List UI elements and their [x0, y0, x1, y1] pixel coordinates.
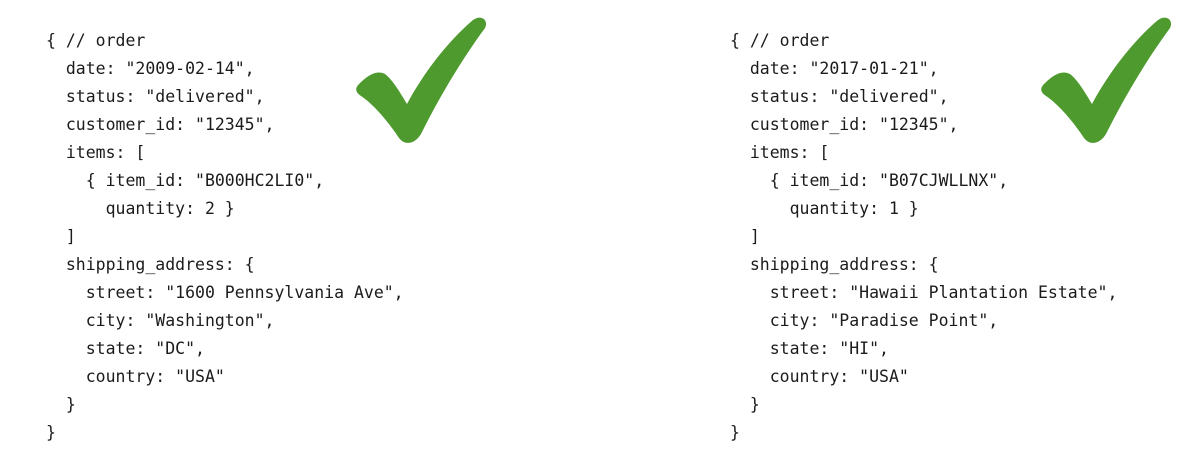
code-line: } — [46, 423, 56, 442]
code-line: ] — [730, 227, 760, 246]
checkmark-icon — [1041, 17, 1172, 143]
code-line: street: "1600 Pennsylvania Ave", — [46, 283, 404, 302]
code-line: status: "delivered", — [46, 87, 265, 106]
code-line: } — [46, 395, 76, 414]
code-line: state: "HI", — [730, 339, 889, 358]
code-line: country: "USA" — [730, 367, 909, 386]
code-line: quantity: 2 } — [46, 199, 235, 218]
code-line: country: "USA" — [46, 367, 225, 386]
order-document-left: { // order date: "2009-02-14", status: "… — [46, 27, 404, 447]
code-line: } — [730, 423, 740, 442]
code-line: } — [730, 395, 760, 414]
checkmark-shape — [1041, 17, 1172, 143]
code-line: items: [ — [46, 143, 146, 162]
checkmark-shape — [356, 17, 487, 143]
code-line: { item_id: "B07CJWLLNX", — [730, 171, 1009, 190]
checkmark-icon — [356, 17, 487, 143]
code-line: city: "Washington", — [46, 311, 275, 330]
code-line: city: "Paradise Point", — [730, 311, 999, 330]
code-line: { item_id: "B000HC2LI0", — [46, 171, 325, 190]
code-line: { // order — [46, 31, 146, 50]
code-line: quantity: 1 } — [730, 199, 919, 218]
code-line: date: "2009-02-14", — [46, 59, 255, 78]
code-line: street: "Hawaii Plantation Estate", — [730, 283, 1118, 302]
code-line: shipping_address: { — [46, 255, 255, 274]
code-line: ] — [46, 227, 76, 246]
code-line: state: "DC", — [46, 339, 205, 358]
code-line: shipping_address: { — [730, 255, 939, 274]
code-line: customer_id: "12345", — [46, 115, 275, 134]
